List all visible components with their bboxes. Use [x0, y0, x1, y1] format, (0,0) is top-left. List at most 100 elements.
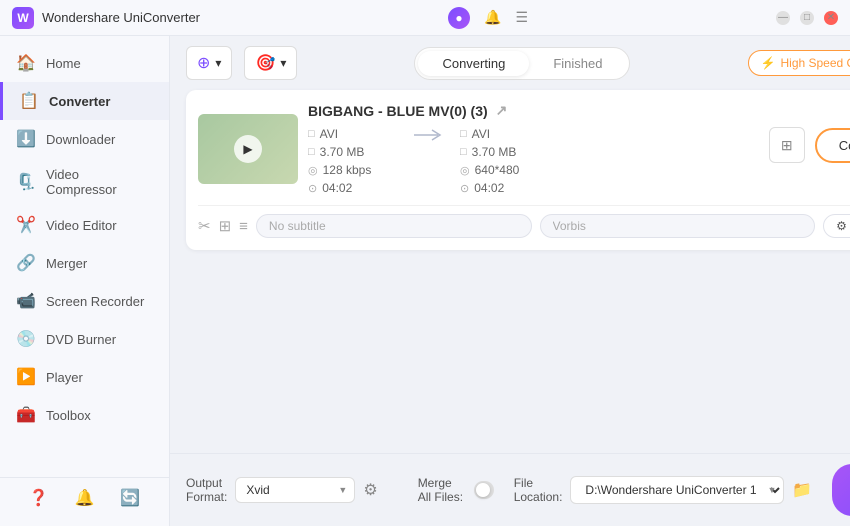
effects-icon[interactable]: ≡ — [239, 218, 248, 235]
output-format: □ AVI — [460, 127, 550, 141]
tab-finished[interactable]: Finished — [529, 51, 626, 76]
cut-icon[interactable]: ✂ — [198, 217, 211, 235]
sidebar-item-home[interactable]: 🏠 Home — [0, 44, 169, 82]
convert-col: ⊞ Convert — [769, 127, 850, 163]
lightning-icon: ⚡ — [761, 56, 776, 70]
toolbox-icon: 🧰 — [16, 405, 36, 425]
output-format-field: Output Format: Xvid ⚙ — [186, 476, 378, 504]
sidebar: 🏠 Home 📋 Converter ⬇️ Downloader 🗜️ Vide… — [0, 36, 170, 526]
arrow-icon — [414, 127, 444, 143]
app-logo: W — [12, 7, 34, 29]
sidebar-label-recorder: Screen Recorder — [46, 294, 144, 309]
quality-icon: 🎯 — [255, 53, 275, 73]
high-speed-button[interactable]: ⚡ High Speed Conversion — [748, 50, 850, 76]
output-duration: ⊙ 04:02 — [460, 181, 550, 195]
add-files-button[interactable]: ⊕ ▾ — [186, 46, 232, 80]
titlebar-left: W Wondershare UniConverter — [12, 7, 200, 29]
output-resolution: ◎ 640*480 — [460, 163, 550, 177]
sidebar-item-screen-recorder[interactable]: 📹 Screen Recorder — [0, 282, 169, 320]
sidebar-item-downloader[interactable]: ⬇️ Downloader — [0, 120, 169, 158]
sidebar-label-compressor: Video Compressor — [46, 167, 153, 197]
input-meta: □ AVI □ 3.70 MB ◎ 128 kbps — [308, 127, 398, 195]
sidebar-item-video-compressor[interactable]: 🗜️ Video Compressor — [0, 158, 169, 206]
sidebar-label-editor: Video Editor — [46, 218, 117, 233]
sidebar-item-toolbox[interactable]: 🧰 Toolbox — [0, 396, 169, 434]
quality-button[interactable]: 🎯 ▾ — [244, 46, 297, 80]
sidebar-label-downloader: Downloader — [46, 132, 115, 147]
home-icon: 🏠 — [16, 53, 36, 73]
tab-converting[interactable]: Converting — [418, 51, 529, 76]
sidebar-label-toolbox: Toolbox — [46, 408, 91, 423]
subtitle-select[interactable]: No subtitle — [256, 214, 532, 238]
output-format-label: Output Format: — [186, 476, 227, 504]
add-icon: ⊕ — [197, 53, 210, 73]
out-dur-icon: ⊙ — [460, 182, 469, 195]
recorder-icon: 📹 — [16, 291, 36, 311]
output-size: □ 3.70 MB — [460, 145, 550, 159]
editor-icon: ✂️ — [16, 215, 36, 235]
file-title: BIGBANG - BLUE MV(0) (3) ↗ — [308, 102, 850, 119]
folder-icon[interactable]: 📁 — [792, 480, 812, 500]
quality-btn-label: ▾ — [280, 56, 286, 70]
file-card-header: ▶ BIGBANG - BLUE MV(0) (3) ↗ □ — [198, 102, 850, 195]
gear-icon: ⚙ — [836, 219, 847, 233]
sidebar-item-dvd-burner[interactable]: 💿 DVD Burner — [0, 320, 169, 358]
file-location-field: File Location: D:\Wondershare UniConvert… — [514, 476, 813, 504]
bell-icon[interactable]: 🔔 — [484, 9, 501, 26]
app-title: Wondershare UniConverter — [42, 10, 200, 25]
start-all-button[interactable]: Start All — [832, 464, 850, 516]
minimize-button[interactable]: — — [776, 11, 790, 25]
sidebar-item-player[interactable]: ▶️ Player — [0, 358, 169, 396]
bitrate-icon: ◎ — [308, 164, 318, 177]
output-format-value: AVI — [472, 127, 490, 141]
convert-button[interactable]: Convert — [815, 128, 850, 163]
dvd-icon: 💿 — [16, 329, 36, 349]
crop-icon[interactable]: ⊞ — [219, 217, 232, 235]
input-bitrate-value: 128 kbps — [323, 163, 372, 177]
main-layout: 🏠 Home 📋 Converter ⬇️ Downloader 🗜️ Vide… — [0, 36, 850, 526]
input-bitrate: ◎ 128 kbps — [308, 163, 398, 177]
converter-icon: 📋 — [19, 91, 39, 111]
sidebar-item-converter[interactable]: 📋 Converter — [0, 82, 169, 120]
sidebar-item-merger[interactable]: 🔗 Merger — [0, 244, 169, 282]
close-button[interactable]: ✕ — [824, 11, 838, 25]
merge-toggle-switch[interactable] — [474, 481, 494, 499]
input-size-value: 3.70 MB — [320, 145, 365, 159]
sidebar-label-merger: Merger — [46, 256, 87, 271]
bottom-bar: Output Format: Xvid ⚙ Merge All Files: F… — [170, 453, 850, 526]
merger-icon: 🔗 — [16, 253, 36, 273]
menu-icon[interactable]: ☰ — [515, 9, 528, 26]
file-name-text: BIGBANG - BLUE MV(0) (3) — [308, 103, 488, 119]
compressor-icon: 🗜️ — [16, 172, 36, 192]
sync-icon[interactable]: 🔄 — [120, 488, 140, 508]
out-res-icon: ◎ — [460, 164, 470, 177]
output-size-value: 3.70 MB — [472, 145, 517, 159]
downloader-icon: ⬇️ — [16, 129, 36, 149]
help-icon[interactable]: ❓ — [29, 488, 49, 508]
format-settings-icon[interactable]: ⚙ — [363, 480, 377, 500]
audio-select[interactable]: Vorbis — [540, 214, 816, 238]
file-card-bottom: ✂ ⊞ ≡ No subtitle Vorbis ⚙ Settings — [198, 205, 850, 238]
location-select[interactable]: D:\Wondershare UniConverter 1 — [570, 476, 784, 504]
content-area: ⊕ ▾ 🎯 ▾ Converting Finished ⚡ High Speed… — [170, 36, 850, 526]
sidebar-item-video-editor[interactable]: ✂️ Video Editor — [0, 206, 169, 244]
user-icon[interactable]: ● — [448, 7, 470, 29]
format-select[interactable]: Xvid — [235, 477, 355, 503]
input-format: □ AVI — [308, 127, 398, 141]
profile-button[interactable]: ⊞ — [769, 127, 805, 163]
file-card: ✕ ▶ BIGBANG - BLUE MV(0) (3) ↗ — [186, 90, 850, 250]
output-duration-value: 04:02 — [474, 181, 504, 195]
notification-icon[interactable]: 🔔 — [75, 488, 95, 508]
maximize-button[interactable]: □ — [800, 11, 814, 25]
sidebar-label-home: Home — [46, 56, 81, 71]
output-resolution-value: 640*480 — [475, 163, 520, 177]
out-format-icon: □ — [460, 128, 467, 140]
file-info: BIGBANG - BLUE MV(0) (3) ↗ □ AVI — [308, 102, 850, 195]
settings-button[interactable]: ⚙ Settings — [823, 214, 850, 238]
toolbar: ⊕ ▾ 🎯 ▾ Converting Finished ⚡ High Speed… — [170, 36, 850, 90]
sidebar-label-converter: Converter — [49, 94, 110, 109]
play-button[interactable]: ▶ — [234, 135, 262, 163]
sidebar-bottom: ❓ 🔔 🔄 — [0, 477, 169, 518]
external-link-icon[interactable]: ↗ — [496, 102, 508, 119]
titlebar-controls: — □ ✕ — [776, 11, 838, 25]
